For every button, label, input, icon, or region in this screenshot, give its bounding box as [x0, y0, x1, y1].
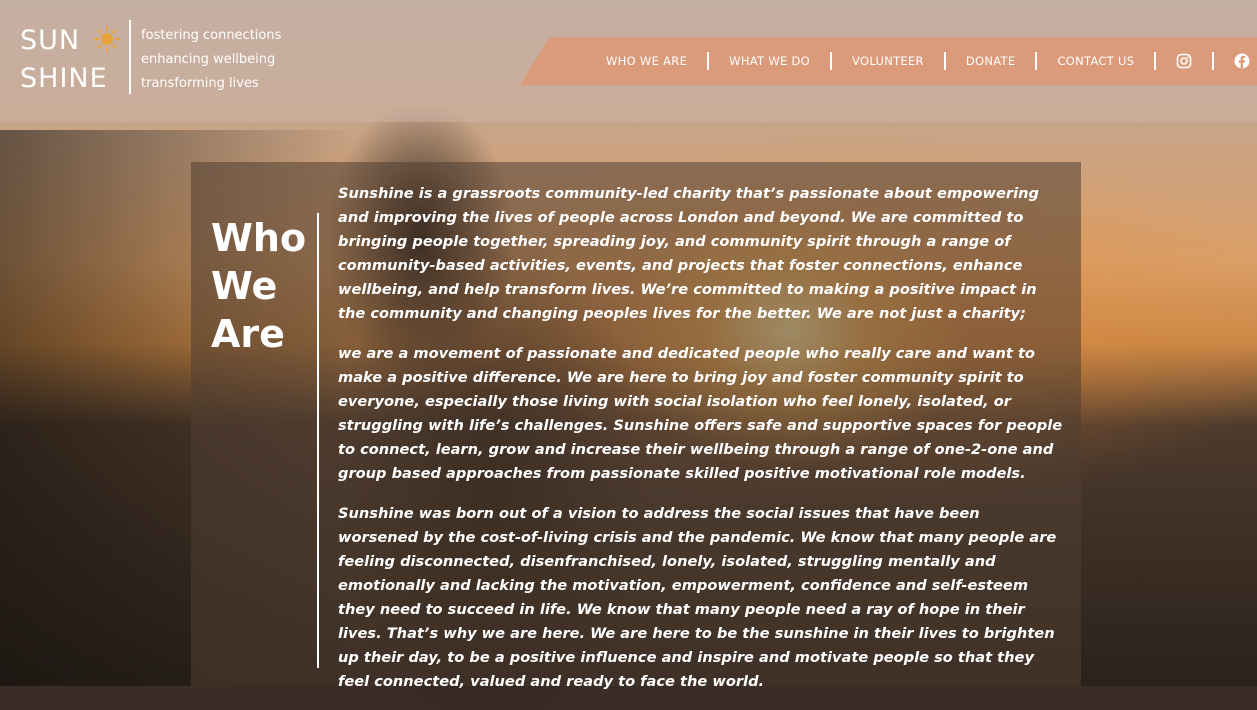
nav-who-we-are[interactable]: WHO WE ARE: [606, 54, 687, 68]
facebook-icon[interactable]: [1234, 53, 1250, 69]
nav-divider: [943, 52, 946, 70]
heading-divider: [317, 213, 319, 668]
nav-divider: [830, 52, 833, 70]
heading-line: Are: [211, 312, 285, 356]
paragraph: Sunshine was born out of a vision to add…: [338, 505, 1057, 690]
instagram-icon[interactable]: [1176, 53, 1192, 69]
site-header: SUN SHINE fostering connections enhancin…: [0, 0, 1257, 122]
heading-line: Who: [211, 216, 307, 260]
logo-text-shine: SHINE: [20, 63, 108, 94]
social-links: [1176, 52, 1257, 70]
sun-icon: [93, 25, 120, 52]
nav-contact-us[interactable]: CONTACT US: [1057, 54, 1134, 68]
section-body: Sunshine is a grassroots community-led c…: [338, 182, 1063, 710]
tagline-line: fostering connections: [141, 28, 282, 43]
tagline: fostering connections enhancing wellbein…: [141, 24, 281, 96]
nav-what-we-do[interactable]: WHAT WE DO: [729, 54, 810, 68]
logo-divider: [129, 20, 131, 94]
nav-divider: [1035, 52, 1038, 70]
nav-divider: [1154, 52, 1157, 70]
nav-volunteer[interactable]: VOLUNTEER: [852, 54, 924, 68]
nav-divider: [1212, 52, 1215, 70]
nav-divider: [707, 52, 710, 70]
paragraph: we are a movement of passionate and dedi…: [338, 345, 1063, 482]
logo-text-sun: SUN: [20, 25, 81, 56]
section-heading: Who We Are: [211, 214, 311, 358]
main-nav: WHO WE ARE WHAT WE DO VOLUNTEER DONATE C…: [520, 37, 1257, 85]
nav-donate[interactable]: DONATE: [966, 54, 1016, 68]
tagline-line: transforming lives: [141, 76, 259, 91]
tagline-line: enhancing wellbeing: [141, 52, 276, 67]
paragraph: Sunshine is a grassroots community-led c…: [338, 185, 1039, 322]
heading-line: We: [211, 264, 278, 308]
logo[interactable]: SUN SHINE: [20, 22, 130, 94]
